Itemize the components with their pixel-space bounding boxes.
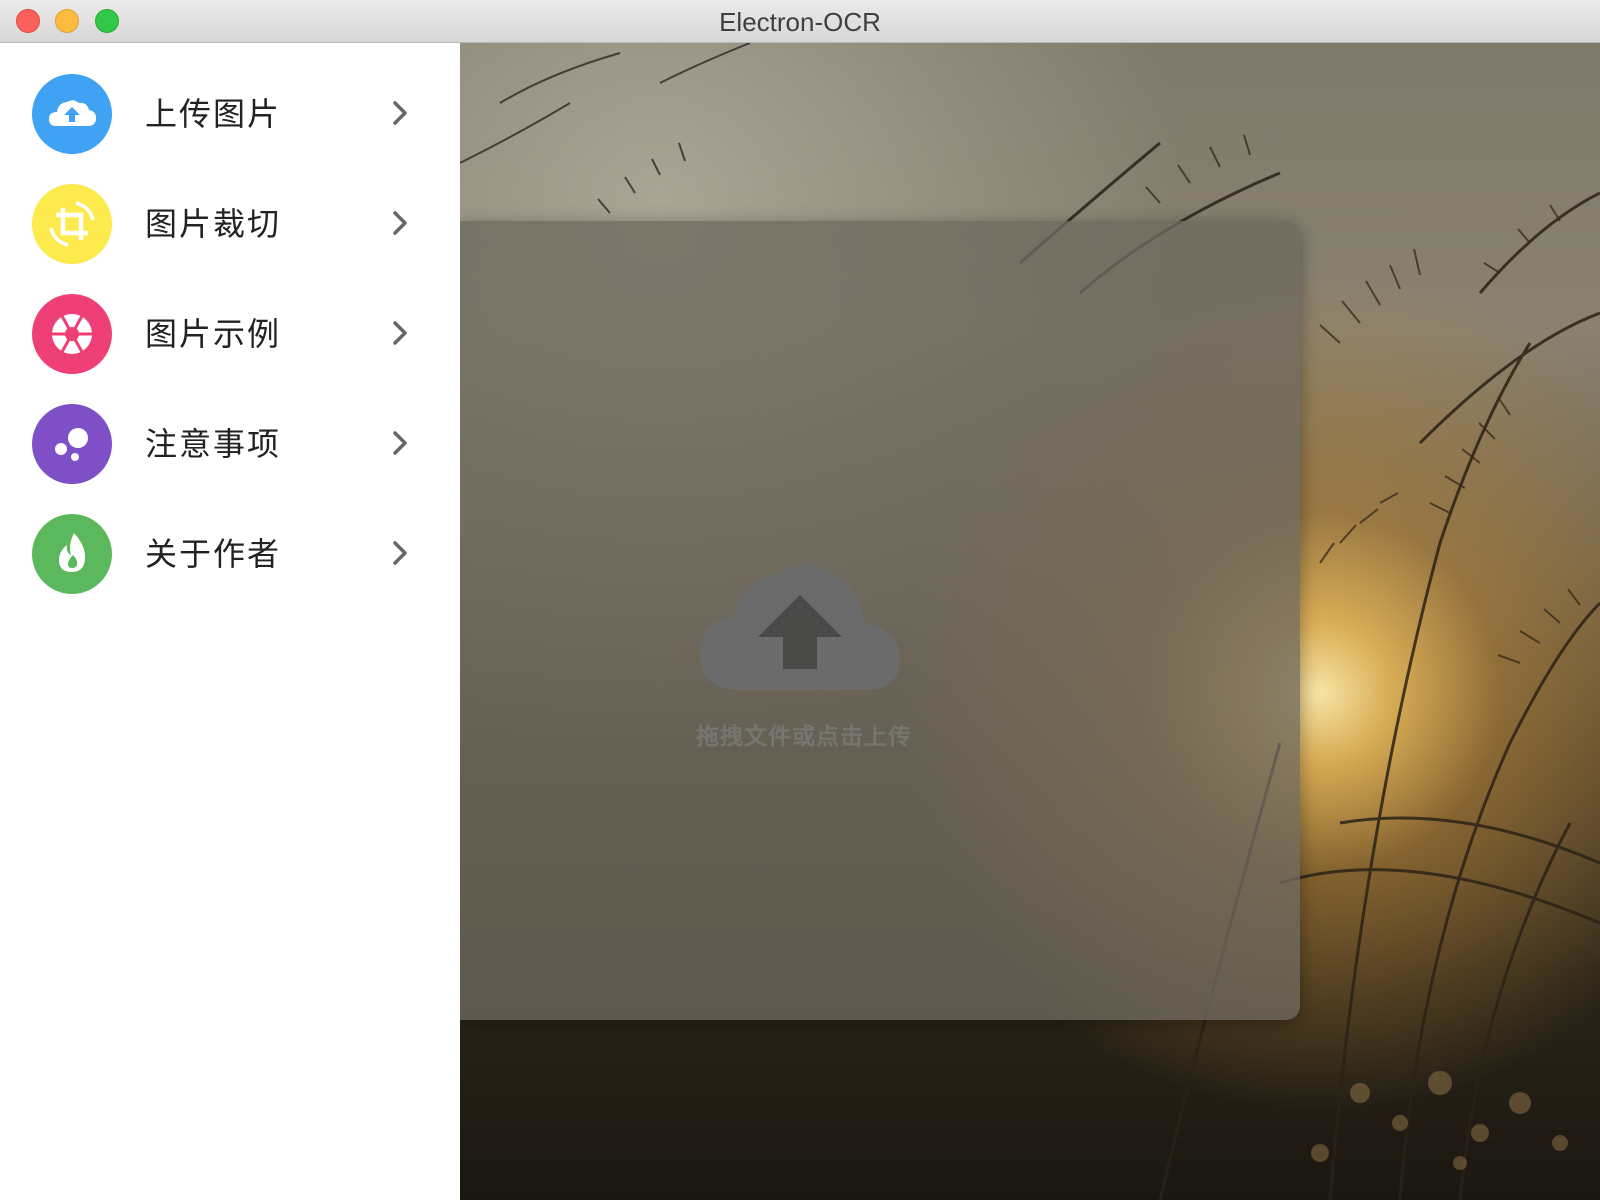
sidebar-item-label: 注意事项	[145, 425, 282, 463]
flame-icon	[32, 514, 112, 594]
chevron-right-icon	[393, 101, 407, 125]
sidebar-item-upload[interactable]: 上传图片	[0, 43, 460, 155]
sidebar-menu: 上传图片 图片裁切 图片示例 注意事项 关于作者	[0, 43, 460, 1200]
bubbles-icon	[32, 404, 112, 484]
chevron-right-icon	[393, 321, 407, 345]
chevron-right-icon	[393, 431, 407, 455]
upload-hint-text: 拖拽文件或点击上传	[696, 724, 912, 750]
sidebar-item-examples[interactable]: 图片示例	[0, 263, 460, 375]
sidebar-item-crop[interactable]: 图片裁切	[0, 153, 460, 265]
sidebar-item-label: 图片示例	[145, 315, 282, 353]
sidebar-item-label: 关于作者	[145, 535, 282, 573]
upload-dropzone[interactable]: 拖拽文件或点击上传	[460, 221, 1300, 1020]
title-bar: Electron-OCR	[0, 0, 1600, 43]
aperture-icon	[32, 294, 112, 374]
sidebar-item-label: 上传图片	[145, 95, 282, 133]
chevron-right-icon	[393, 541, 407, 565]
window-title: Electron-OCR	[719, 7, 881, 37]
sidebar-item-label: 图片裁切	[145, 205, 282, 243]
cloud-upload-icon	[32, 74, 112, 154]
main-area: 拖拽文件或点击上传	[460, 43, 1600, 1200]
crop-rotate-icon	[32, 184, 112, 264]
chevron-right-icon	[393, 211, 407, 235]
app-window: Electron-OCR 上传图片 图片裁切 图片示例 注意事项 关于作者 拖拽…	[0, 0, 1600, 1200]
sidebar-item-notes[interactable]: 注意事项	[0, 373, 460, 485]
sidebar-item-about[interactable]: 关于作者	[0, 483, 460, 595]
cloud-upload-icon	[700, 564, 900, 690]
